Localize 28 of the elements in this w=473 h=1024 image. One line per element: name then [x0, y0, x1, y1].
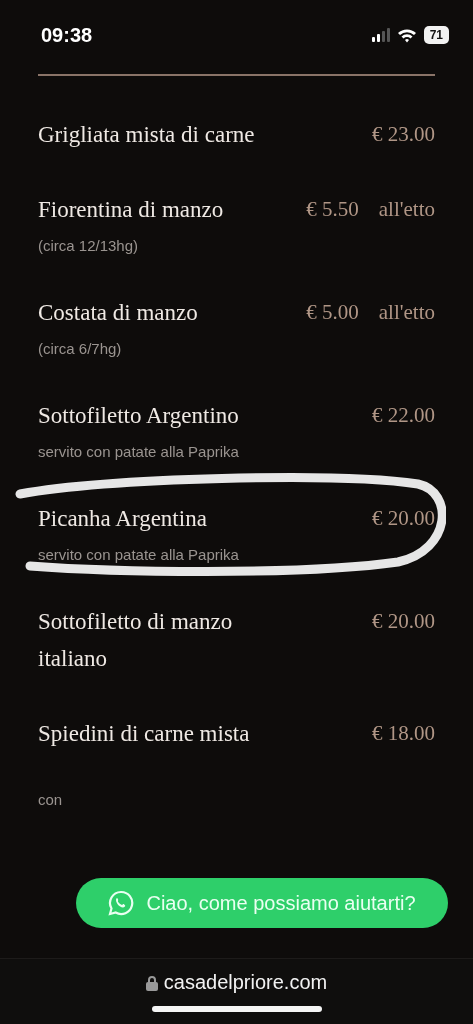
- dish-note: servito con patate alla Paprika: [38, 545, 240, 565]
- dish-name: Sottofiletto di manzo italiano: [38, 608, 234, 673]
- price-unit: all'etto: [378, 299, 435, 326]
- dish-price: € 5.00: [306, 299, 359, 326]
- dish-price: € 23.00: [372, 121, 435, 148]
- url-text: casadelpriore.com: [163, 971, 328, 994]
- dish-price: € 20.00: [372, 608, 435, 635]
- price-unit: all'etto: [378, 196, 435, 223]
- dish-note: (circa 6/7hg): [38, 339, 123, 359]
- wifi-icon: [396, 27, 417, 43]
- signal-icon: [371, 28, 390, 42]
- dish-note: servito con patate alla Paprika: [38, 442, 240, 462]
- dish-name: Sottofiletto Argentino: [38, 402, 239, 430]
- dish-price: € 18.00: [372, 720, 435, 747]
- dish-price: € 22.00: [372, 402, 435, 429]
- dish-price: € 20.00: [372, 505, 435, 532]
- dish-name: Grigliata mista di carne: [38, 121, 255, 149]
- dish-price: € 5.50: [306, 196, 359, 223]
- status-time: 09:38: [41, 23, 93, 47]
- dish-name: Fiorentina di manzo: [38, 196, 224, 224]
- dish-name: Costata di manzo: [38, 299, 198, 327]
- dish-note: (circa 12/13hg): [38, 236, 140, 256]
- chat-bubble-icon: [108, 890, 135, 916]
- lock-icon: [145, 974, 158, 991]
- dish-name: Spiedini di carne mista: [38, 720, 250, 748]
- dish-note: con: [38, 790, 64, 810]
- dish-name: Picanha Argentina: [38, 505, 207, 533]
- battery-level: 71: [423, 26, 449, 44]
